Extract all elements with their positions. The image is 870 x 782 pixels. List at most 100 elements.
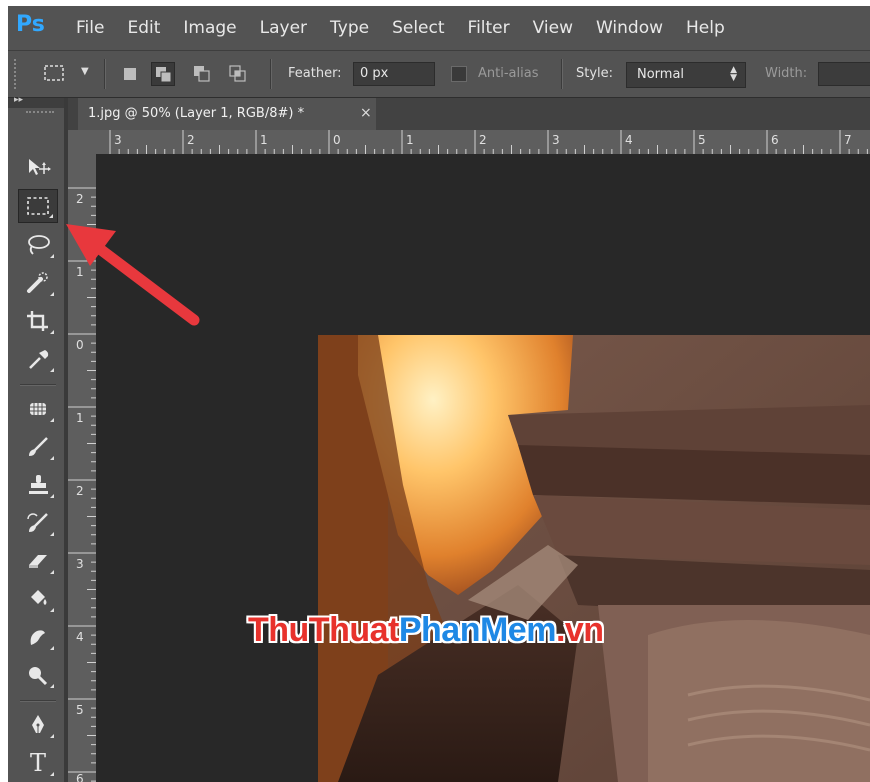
menu-image[interactable]: Image xyxy=(183,18,236,38)
document-tab-title: 1.jpg @ 50% (Layer 1, RGB/8#) * xyxy=(88,106,305,121)
paint-bucket-icon xyxy=(31,590,47,605)
tool-submenu-indicator xyxy=(50,734,54,738)
clone-stamp-tool[interactable] xyxy=(18,468,58,502)
document-canvas[interactable] xyxy=(96,154,870,782)
ruler-label: 1 xyxy=(406,133,414,147)
photo-image xyxy=(318,335,870,782)
crop-icon xyxy=(27,311,48,331)
crop-tool[interactable] xyxy=(18,304,58,338)
ruler-horizontal[interactable]: 3 2 1 0 1 2 3 4 5 6 7 xyxy=(96,130,870,154)
tools-panel: T xyxy=(12,108,64,782)
pen-icon xyxy=(32,715,44,733)
menu-help[interactable]: Help xyxy=(686,18,725,38)
eraser-icon xyxy=(29,555,47,568)
add-to-selection-button[interactable] xyxy=(151,62,175,86)
width-label: Width: xyxy=(765,66,808,81)
ruler-vertical[interactable]: 2 1 0 1 2 3 4 5 6 xyxy=(68,154,96,782)
separator xyxy=(104,59,106,89)
intersect-selection-button[interactable] xyxy=(226,62,250,86)
separator xyxy=(20,700,56,702)
document-tab[interactable]: 1.jpg @ 50% (Layer 1, RGB/8#) * × xyxy=(78,98,376,130)
menu-select[interactable]: Select xyxy=(392,18,444,38)
move-tool[interactable] xyxy=(18,150,58,184)
tool-submenu-indicator xyxy=(50,608,54,612)
eyedropper-tool[interactable] xyxy=(18,342,58,376)
style-select-value: Normal xyxy=(637,67,685,82)
ruler-label: 2 xyxy=(76,192,84,206)
menu-layer[interactable]: Layer xyxy=(260,18,307,38)
dodge-tool[interactable] xyxy=(18,658,58,692)
menu-filter[interactable]: Filter xyxy=(468,18,510,38)
ruler-label: 1 xyxy=(76,265,84,279)
separator xyxy=(270,59,272,89)
spot-healing-tool[interactable] xyxy=(18,392,58,426)
type-icon: T xyxy=(29,749,46,777)
eraser-tool[interactable] xyxy=(18,544,58,578)
anti-alias-checkbox[interactable] xyxy=(451,66,467,82)
photoshop-window: Ps File Edit Image Layer Type Select Fil… xyxy=(8,6,870,782)
ruler-label: 2 xyxy=(479,133,487,147)
document-tab-bar: 1.jpg @ 50% (Layer 1, RGB/8#) * × xyxy=(68,98,870,130)
rectangular-marquee-tool[interactable] xyxy=(18,189,58,223)
subtract-from-selection-button[interactable] xyxy=(190,62,214,86)
type-tool[interactable]: T xyxy=(18,746,58,780)
menu-window[interactable]: Window xyxy=(596,18,663,38)
tool-submenu-indicator xyxy=(50,456,54,460)
menu-edit[interactable]: Edit xyxy=(127,18,160,38)
ps-logo: Ps xyxy=(16,12,45,37)
width-input[interactable] xyxy=(818,62,870,86)
smudge-icon xyxy=(30,630,45,645)
tool-submenu-indicator xyxy=(50,570,54,574)
tool-submenu-indicator xyxy=(50,418,54,422)
new-selection-button[interactable] xyxy=(118,62,142,86)
ruler-label: 2 xyxy=(187,133,195,147)
paint-bucket-tool[interactable] xyxy=(18,582,58,616)
quick-selection-icon xyxy=(27,272,48,293)
tool-submenu-indicator xyxy=(50,494,54,498)
tool-submenu-indicator xyxy=(50,532,54,536)
menu-bar: Ps File Edit Image Layer Type Select Fil… xyxy=(8,6,870,50)
move-icon xyxy=(29,159,51,175)
ruler-label: 4 xyxy=(625,133,633,147)
photo-layer[interactable] xyxy=(318,335,870,782)
quick-selection-tool[interactable] xyxy=(18,266,58,300)
menu-file[interactable]: File xyxy=(76,18,104,38)
options-bar-grip[interactable] xyxy=(14,59,20,89)
tool-preset-dropdown-icon[interactable]: ▼ xyxy=(81,66,89,77)
blur-tool[interactable] xyxy=(18,620,58,654)
select-updown-icon: ▲ ▼ xyxy=(730,65,737,83)
lasso-icon xyxy=(28,235,50,255)
ruler-label: 3 xyxy=(114,133,122,147)
tools-panel-grip[interactable] xyxy=(26,111,54,116)
bandage-icon xyxy=(30,403,46,415)
close-icon[interactable]: × xyxy=(360,105,372,121)
toolbar-header[interactable]: ▸▸ xyxy=(8,95,66,108)
history-brush-icon xyxy=(27,513,48,532)
ruler-origin[interactable] xyxy=(68,130,96,154)
ruler-label: 6 xyxy=(771,133,779,147)
brush-tool[interactable] xyxy=(18,430,58,464)
style-label: Style: xyxy=(576,66,614,81)
menu-items: File Edit Image Layer Type Select Filter… xyxy=(76,6,748,50)
ruler-label: 4 xyxy=(76,630,84,644)
menu-type[interactable]: Type xyxy=(330,18,369,38)
collapse-panel-icon[interactable]: ▸▸ xyxy=(14,95,23,105)
menu-view[interactable]: View xyxy=(533,18,573,38)
pen-tool[interactable] xyxy=(18,708,58,742)
feather-label: Feather: xyxy=(288,66,342,81)
tool-submenu-indicator xyxy=(49,214,53,218)
separator xyxy=(20,384,56,386)
ruler-ticks xyxy=(68,187,96,782)
tool-submenu-indicator xyxy=(50,772,54,776)
feather-input[interactable]: 0 px xyxy=(353,62,435,86)
ruler-label: 1 xyxy=(76,411,84,425)
ruler-label: 3 xyxy=(552,133,560,147)
tool-preset-marquee-icon[interactable] xyxy=(42,63,66,83)
watermark-part1: ThuThuat xyxy=(248,611,399,649)
ruler-label: 2 xyxy=(76,484,84,498)
style-select[interactable]: Normal ▲ ▼ xyxy=(626,62,746,88)
lasso-tool[interactable] xyxy=(18,228,58,262)
tool-submenu-indicator xyxy=(50,646,54,650)
ruler-label: 0 xyxy=(76,338,84,352)
history-brush-tool[interactable] xyxy=(18,506,58,540)
